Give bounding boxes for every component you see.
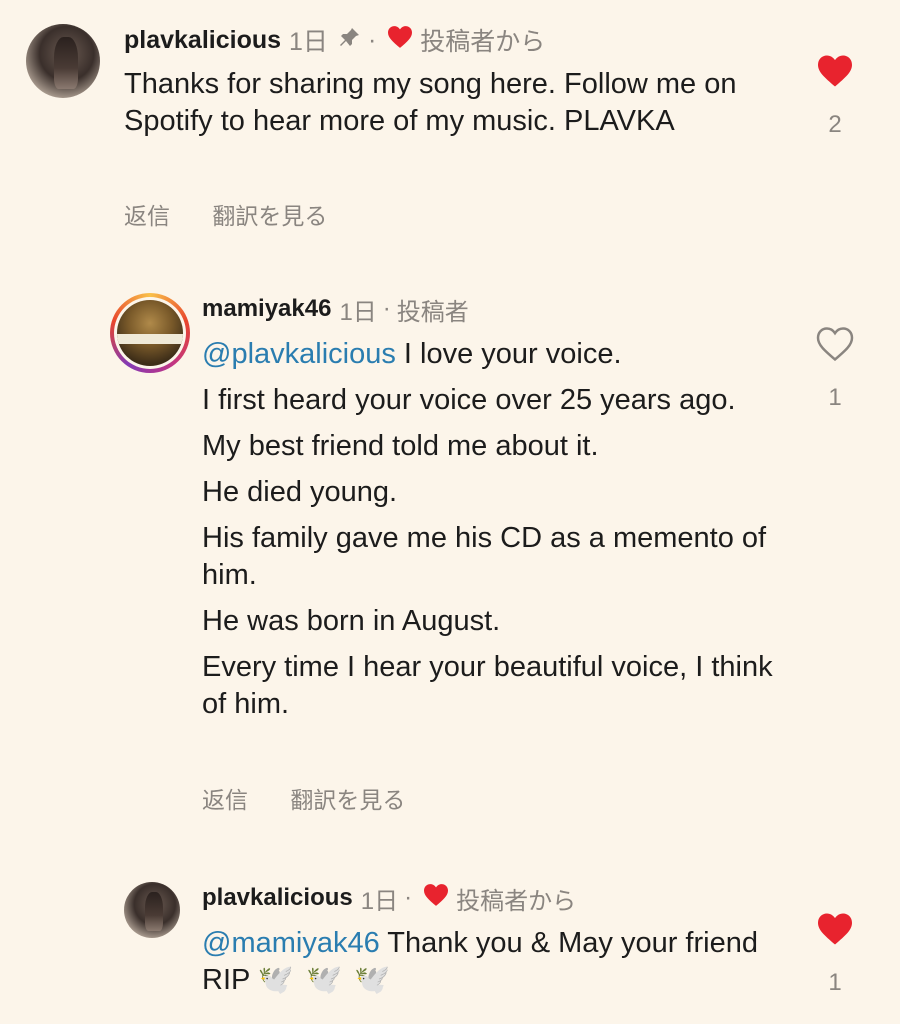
comment-line: @plavkalicious I love your voice. bbox=[202, 338, 622, 370]
like-count: 1 bbox=[828, 969, 842, 996]
heart-outline-icon[interactable] bbox=[816, 327, 854, 366]
see-translation-button[interactable]: 翻訳を見る bbox=[212, 203, 327, 229]
reply-button[interactable]: 返信 bbox=[124, 203, 170, 229]
comment-actions: 返信 翻訳を見る bbox=[202, 781, 441, 815]
author-label: 投稿者から bbox=[456, 887, 577, 915]
like-count: 2 bbox=[828, 111, 842, 138]
username[interactable]: plavkalicious bbox=[124, 26, 281, 55]
comment-line: Every time I hear your beautiful voice, … bbox=[202, 651, 773, 720]
author-label: 投稿者 bbox=[396, 298, 469, 326]
comment-header: plavkalicious 1日 · 投稿者から bbox=[202, 880, 576, 916]
dove-emoji: 🕊️ 🕊️ 🕊️ bbox=[257, 964, 393, 996]
comment-line: He was born in August. bbox=[202, 605, 501, 637]
separator-dot: · bbox=[382, 295, 391, 322]
username[interactable]: plavkalicious bbox=[202, 884, 353, 912]
timestamp: 1日 bbox=[289, 28, 328, 56]
comment-text: Thanks for sharing my song here. Follow … bbox=[124, 66, 764, 149]
avatar[interactable] bbox=[26, 24, 100, 98]
comment-text: @mamiyak46 Thank you & May your friend R… bbox=[202, 925, 762, 1008]
comment-line: I first heard your voice over 25 years a… bbox=[202, 384, 736, 416]
mention-link[interactable]: @plavkalicious bbox=[202, 338, 396, 370]
timestamp: 1日 bbox=[360, 887, 399, 915]
see-translation-button[interactable]: 翻訳を見る bbox=[290, 787, 405, 813]
author-label: 投稿者から bbox=[420, 28, 546, 56]
reply-button[interactable]: 返信 bbox=[202, 787, 248, 813]
comment-text: @plavkalicious I love your voice. I firs… bbox=[202, 336, 782, 732]
heart-filled-icon bbox=[386, 25, 414, 56]
heart-filled-icon bbox=[422, 883, 450, 914]
pin-icon bbox=[338, 25, 362, 56]
comment-actions: 返信 翻訳を見る bbox=[124, 197, 363, 231]
like-count: 1 bbox=[828, 384, 842, 411]
comment-header: plavkalicious 1日 · 投稿者から bbox=[124, 22, 545, 58]
heart-filled-icon[interactable] bbox=[816, 54, 854, 93]
separator-dot: · bbox=[404, 884, 413, 911]
comment-header: mamiyak46 1日 · 投稿者 bbox=[202, 292, 469, 326]
avatar[interactable] bbox=[124, 882, 180, 938]
mention-link[interactable]: @mamiyak46 bbox=[202, 927, 380, 959]
comment-line: Thanks for sharing my song here. Follow … bbox=[124, 68, 737, 137]
avatar[interactable] bbox=[110, 293, 190, 373]
timestamp: 1日 bbox=[339, 298, 377, 326]
comment-line: His family gave me his CD as a memento o… bbox=[202, 522, 767, 591]
like-control: 1 bbox=[814, 327, 856, 412]
like-control: 2 bbox=[814, 54, 856, 139]
like-control: 1 bbox=[814, 912, 856, 997]
separator-dot: · bbox=[367, 25, 377, 54]
username[interactable]: mamiyak46 bbox=[202, 295, 331, 323]
comment-line: He died young. bbox=[202, 476, 398, 508]
comment-line: @mamiyak46 Thank you & May your friend R… bbox=[202, 927, 758, 996]
heart-filled-icon[interactable] bbox=[816, 912, 854, 951]
comment-line: My best friend told me about it. bbox=[202, 430, 599, 462]
